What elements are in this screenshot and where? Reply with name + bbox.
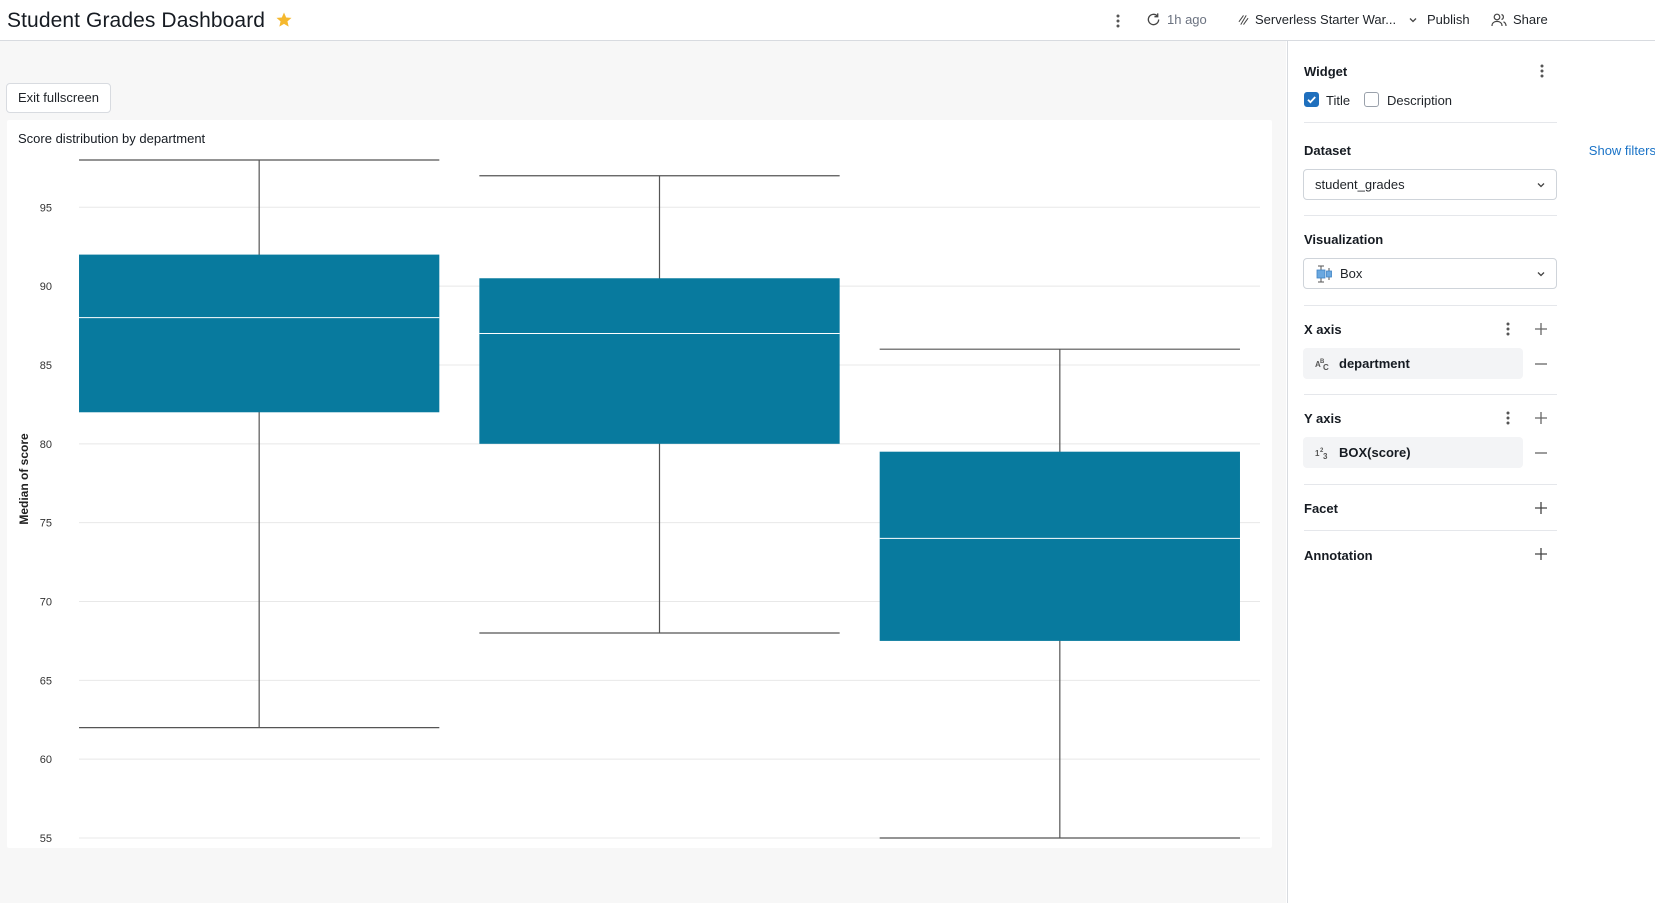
x-axis-section-title: X axis	[1304, 322, 1342, 337]
description-checkbox[interactable]	[1364, 92, 1379, 107]
y-axis-section-title: Y axis	[1304, 411, 1342, 426]
visualization-select-value: Box	[1340, 266, 1363, 281]
divider	[1304, 530, 1557, 531]
y-axis-add-icon[interactable]	[1534, 411, 1548, 425]
facet-section-title: Facet	[1304, 501, 1338, 516]
y-tick-label: 60	[40, 754, 52, 766]
warehouse-name: Serverless Starter War...	[1255, 12, 1397, 27]
visualization-section-title: Visualization	[1304, 232, 1384, 247]
annotation-add-icon[interactable]	[1534, 547, 1548, 561]
publish-button[interactable]: Publish	[1427, 12, 1470, 27]
x-axis-add-icon[interactable]	[1534, 322, 1548, 336]
widget-section-title: Widget	[1304, 64, 1348, 79]
chart-widget[interactable]: Score distribution by department 55 60 65 7…	[7, 120, 1272, 848]
y-tick-label: 70	[40, 596, 52, 608]
x-tick-label: Physics	[1039, 846, 1080, 848]
share-button[interactable]: Share	[1491, 12, 1548, 27]
refresh-icon	[1147, 13, 1160, 26]
widget-config-panel: Widget Title Description Dataset Show fi…	[1287, 41, 1655, 903]
warehouse-selector[interactable]: Serverless Starter War...	[1238, 12, 1418, 27]
divider	[1304, 215, 1557, 216]
x-axis-remove-icon[interactable]	[1534, 362, 1548, 366]
chevron-down-icon	[1409, 17, 1417, 22]
refresh-button[interactable]: 1h ago	[1146, 12, 1207, 27]
y-axis-field-name: BOX(score)	[1339, 445, 1411, 460]
chevron-down-icon	[1537, 272, 1545, 277]
chevron-down-icon	[1537, 183, 1545, 188]
x-axis-field[interactable]: A B C department	[1303, 348, 1523, 379]
y-tick-label: 95	[40, 202, 52, 214]
last-refresh-text: 1h ago	[1167, 12, 1207, 27]
publish-label: Publish	[1427, 12, 1470, 27]
y-axis-field[interactable]: 1 2 3 BOX(score)	[1303, 437, 1523, 468]
dataset-select[interactable]: student_grades	[1303, 169, 1557, 200]
title-checkbox[interactable]	[1304, 92, 1319, 107]
divider	[1304, 484, 1557, 485]
y-tick-label: 65	[40, 675, 52, 687]
share-users-icon	[1491, 13, 1507, 26]
top-bar: Student Grades Dashboard 1h ago Serverle…	[0, 0, 1655, 41]
divider	[1304, 305, 1557, 306]
dataset-section-title: Dataset	[1304, 143, 1351, 158]
box-mathematics-box	[479, 278, 840, 444]
y-axis-title: Median of score	[17, 433, 31, 525]
favorite-star-icon[interactable]	[275, 11, 293, 29]
box-plot-chart: 55 60 65 70 75 80 85 90 95 Computer Science Mathem…	[17, 159, 1260, 848]
y-tick-label: 55	[40, 833, 52, 845]
exit-fullscreen-button[interactable]: Exit fullscreen	[6, 83, 111, 113]
show-filters-link[interactable]: Show filters	[1589, 143, 1655, 158]
box-physics-box	[879, 451, 1240, 641]
string-type-icon: A B C	[1315, 359, 1329, 371]
x-axis-more-icon[interactable]	[1501, 321, 1515, 337]
x-axis-field-name: department	[1339, 356, 1410, 371]
divider	[1304, 394, 1557, 395]
x-tick-label: Mathematics	[625, 846, 693, 848]
widget-more-icon[interactable]	[1535, 63, 1549, 79]
y-tick-label: 75	[40, 518, 52, 530]
description-checkbox-label: Description	[1387, 93, 1453, 108]
y-tick-label: 80	[40, 439, 52, 451]
serverless-bolt-icon	[1238, 14, 1249, 25]
divider	[1304, 122, 1557, 123]
annotation-section-title: Annotation	[1304, 548, 1373, 563]
svg-text:3: 3	[1323, 452, 1328, 460]
facet-add-icon[interactable]	[1534, 501, 1548, 515]
y-axis-remove-icon[interactable]	[1534, 451, 1548, 455]
checkmark-icon	[1307, 96, 1316, 104]
y-tick-label: 90	[40, 281, 52, 293]
svg-text:C: C	[1323, 363, 1329, 371]
canvas-area: Exit fullscreen Score distribution by de…	[0, 41, 1286, 903]
share-label: Share	[1513, 12, 1548, 27]
box-computer-science-box	[79, 254, 440, 413]
x-tick-label: Computer Science	[210, 846, 309, 848]
title-checkbox-label: Title	[1326, 93, 1351, 108]
more-options-icon[interactable]	[1111, 13, 1125, 29]
y-axis-more-icon[interactable]	[1501, 410, 1515, 426]
number-type-icon: 1 2 3	[1315, 448, 1328, 460]
dataset-select-value: student_grades	[1315, 177, 1405, 192]
visualization-select[interactable]: Box	[1303, 258, 1557, 289]
box-chart-icon	[1316, 265, 1332, 282]
dashboard-title: Student Grades Dashboard	[7, 9, 266, 32]
y-tick-label: 85	[40, 360, 52, 372]
